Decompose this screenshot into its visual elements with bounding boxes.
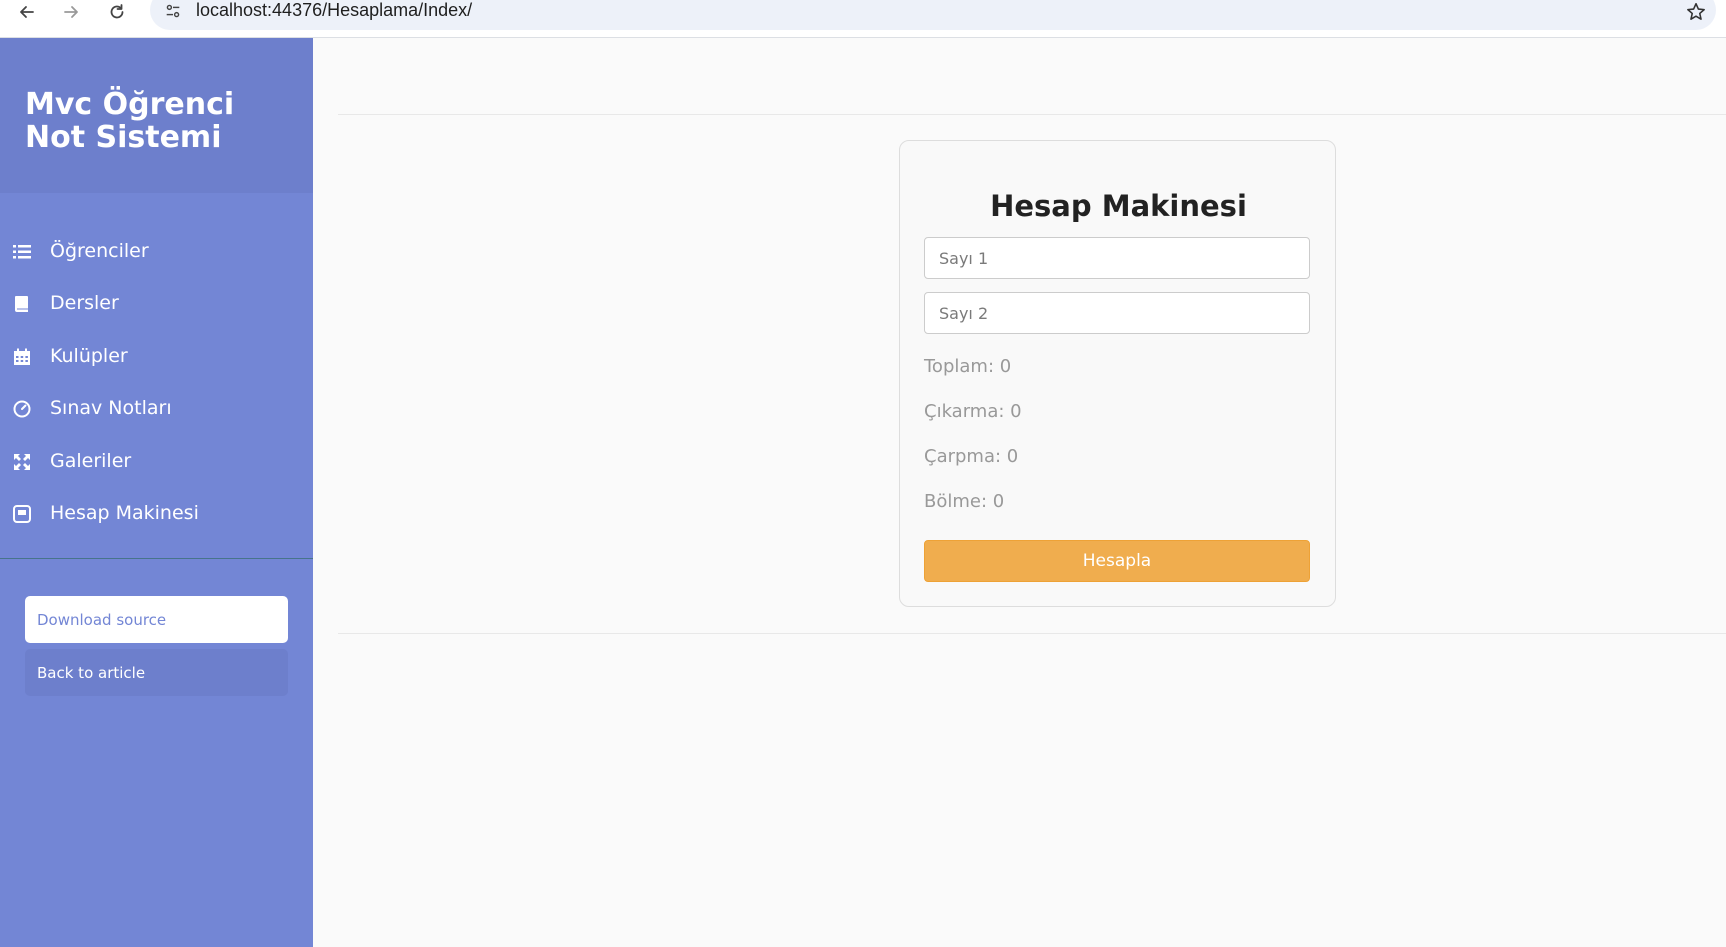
sidebar-item-label: Hesap Makinesi bbox=[50, 501, 199, 524]
sidebar-item-galeriler[interactable]: Galeriler bbox=[0, 438, 313, 490]
arrow-right-icon bbox=[64, 6, 78, 18]
hesapla-button[interactable]: Hesapla bbox=[924, 540, 1310, 582]
reload-button[interactable] bbox=[102, 0, 132, 24]
sidebar-item-sinav-notlari[interactable]: Sınav Notları bbox=[0, 385, 313, 437]
sidebar-item-kulupler[interactable]: Kulüpler bbox=[0, 333, 313, 385]
star-icon bbox=[1687, 2, 1705, 20]
sidebar-item-label: Dersler bbox=[50, 292, 119, 315]
sidebar-nav: Öğrenciler Dersler Kulüpler Sınav Notlar… bbox=[0, 228, 313, 542]
cikarma-result: Çıkarma: 0 bbox=[924, 401, 1022, 422]
sidebar-item-ogrenciler[interactable]: Öğrenciler bbox=[0, 228, 313, 280]
calculator-card: Hesap Makinesi Toplam: 0 Çıkarma: 0 Çarp… bbox=[899, 140, 1336, 607]
carpma-result: Çarpma: 0 bbox=[924, 446, 1019, 467]
back-button[interactable] bbox=[12, 0, 42, 24]
reload-icon bbox=[110, 4, 124, 19]
sidebar-item-label: Galeriler bbox=[50, 449, 132, 472]
calendar-icon bbox=[12, 347, 32, 367]
list-icon bbox=[12, 242, 32, 262]
forward-button[interactable] bbox=[56, 0, 86, 24]
sidebar: Mvc Öğrenci Not Sistemi Öğrenciler Dersl… bbox=[0, 38, 313, 947]
sidebar-item-hesap-makinesi[interactable]: Hesap Makinesi bbox=[0, 490, 313, 542]
bookmark-star-button[interactable] bbox=[1682, 0, 1710, 26]
bottom-divider bbox=[338, 633, 1726, 634]
download-source-button[interactable]: Download source bbox=[25, 596, 288, 643]
calculator-title: Hesap Makinesi bbox=[990, 189, 1247, 223]
number1-input[interactable] bbox=[924, 237, 1310, 279]
number2-input[interactable] bbox=[924, 292, 1310, 334]
toplam-result: Toplam: 0 bbox=[924, 356, 1012, 377]
sidebar-header: Mvc Öğrenci Not Sistemi bbox=[0, 38, 313, 193]
fullscreen-icon bbox=[12, 452, 32, 472]
calculator-icon bbox=[12, 504, 32, 524]
sidebar-item-dersler[interactable]: Dersler bbox=[0, 280, 313, 332]
dashboard-icon bbox=[12, 399, 32, 419]
back-to-article-button[interactable]: Back to article bbox=[25, 649, 288, 696]
arrow-left-icon bbox=[20, 6, 34, 18]
site-info-icon[interactable] bbox=[162, 0, 184, 22]
sidebar-item-label: Öğrenciler bbox=[50, 240, 149, 262]
sidebar-item-label: Kulüpler bbox=[50, 344, 128, 367]
sidebar-divider bbox=[0, 558, 313, 559]
book-icon bbox=[12, 294, 32, 314]
sidebar-title[interactable]: Mvc Öğrenci Not Sistemi bbox=[25, 88, 295, 154]
url-text[interactable]: localhost:44376/Hesaplama/Index/ bbox=[196, 0, 472, 21]
address-bar[interactable]: localhost:44376/Hesaplama/Index/ bbox=[150, 0, 1716, 30]
bolme-result: Bölme: 0 bbox=[924, 491, 1005, 512]
sidebar-item-label: Sınav Notları bbox=[50, 397, 172, 420]
top-divider bbox=[338, 114, 1726, 115]
browser-toolbar: localhost:44376/Hesaplama/Index/ bbox=[0, 0, 1726, 38]
